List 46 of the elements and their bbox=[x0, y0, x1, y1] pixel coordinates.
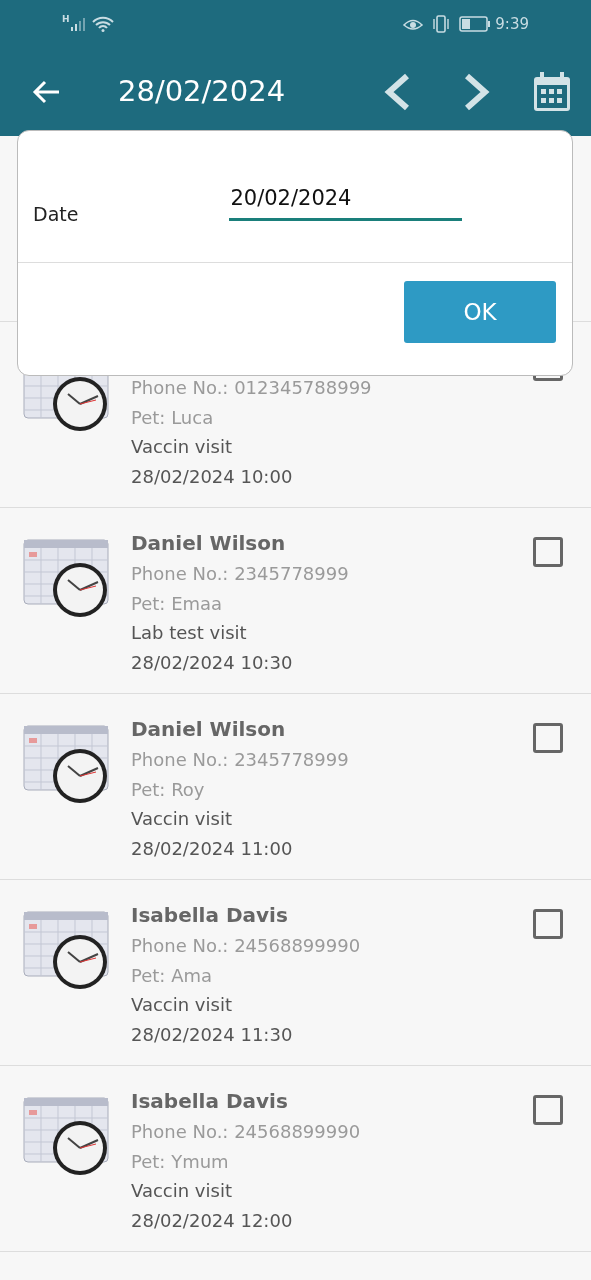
chevron-left-icon[interactable] bbox=[383, 73, 411, 111]
client-name: Daniel Wilson bbox=[131, 716, 287, 743]
client-name: Daniel Wilson bbox=[131, 530, 287, 557]
header-date: 28/02/2024 bbox=[118, 73, 286, 111]
checkbox[interactable] bbox=[533, 1095, 563, 1125]
visit-type: Vaccin visit bbox=[131, 1179, 233, 1203]
back-arrow-icon[interactable] bbox=[32, 80, 60, 104]
phone-number: Phone No.: 24568899990 bbox=[131, 934, 361, 958]
phone-number: Phone No.: 012345788999 bbox=[131, 376, 372, 400]
client-name: Isabella Davis bbox=[131, 1088, 289, 1115]
phone-number: Phone No.: 2345778999 bbox=[131, 562, 349, 586]
calendar-clock-icon bbox=[22, 724, 112, 806]
network-type: H bbox=[62, 13, 70, 27]
client-name: Isabella Davis bbox=[131, 902, 289, 929]
calendar-clock-icon bbox=[22, 910, 112, 992]
appointment-time: 28/02/2024 11:30 bbox=[131, 1022, 294, 1047]
signal-icon bbox=[69, 17, 88, 31]
pet-name: Pet: Ymum bbox=[131, 1149, 230, 1174]
vibrate-icon bbox=[431, 15, 452, 33]
eye-icon bbox=[403, 17, 424, 31]
appointment-time: 28/02/2024 12:00 bbox=[131, 1208, 294, 1233]
calendar-clock-icon bbox=[22, 538, 112, 620]
battery-icon bbox=[459, 16, 492, 32]
phone-number: Phone No.: 24568899990 bbox=[131, 1120, 361, 1144]
wifi-icon bbox=[91, 16, 114, 32]
pet-name: Pet: Emaa bbox=[131, 591, 224, 616]
appointment-time: 28/02/2024 11:00 bbox=[131, 836, 294, 861]
phone-number: Phone No.: 2345778999 bbox=[131, 748, 349, 772]
visit-type: Vaccin visit bbox=[131, 435, 233, 459]
checkbox[interactable] bbox=[533, 909, 563, 939]
date-input-field[interactable]: 20/02/2024 bbox=[229, 182, 463, 221]
visit-type: Vaccin visit bbox=[131, 807, 233, 831]
pet-name: Pet: Roy bbox=[131, 777, 206, 802]
status-time: 9:39 bbox=[495, 13, 529, 35]
appointment-time: 28/02/2024 10:30 bbox=[131, 650, 294, 675]
calendar-clock-icon bbox=[22, 1096, 112, 1178]
visit-type: Vaccin visit bbox=[131, 993, 233, 1017]
visit-type: Lab test visit bbox=[131, 621, 248, 645]
appointment-time: 28/02/2024 10:00 bbox=[131, 464, 294, 489]
checkbox[interactable] bbox=[533, 723, 563, 753]
pet-name: Pet: Luca bbox=[131, 405, 215, 430]
calendar-icon[interactable] bbox=[533, 72, 571, 112]
date-label: Date bbox=[33, 201, 79, 227]
pet-name: Pet: Ama bbox=[131, 963, 213, 988]
chevron-right-icon[interactable] bbox=[463, 73, 491, 111]
checkbox[interactable] bbox=[533, 537, 563, 567]
